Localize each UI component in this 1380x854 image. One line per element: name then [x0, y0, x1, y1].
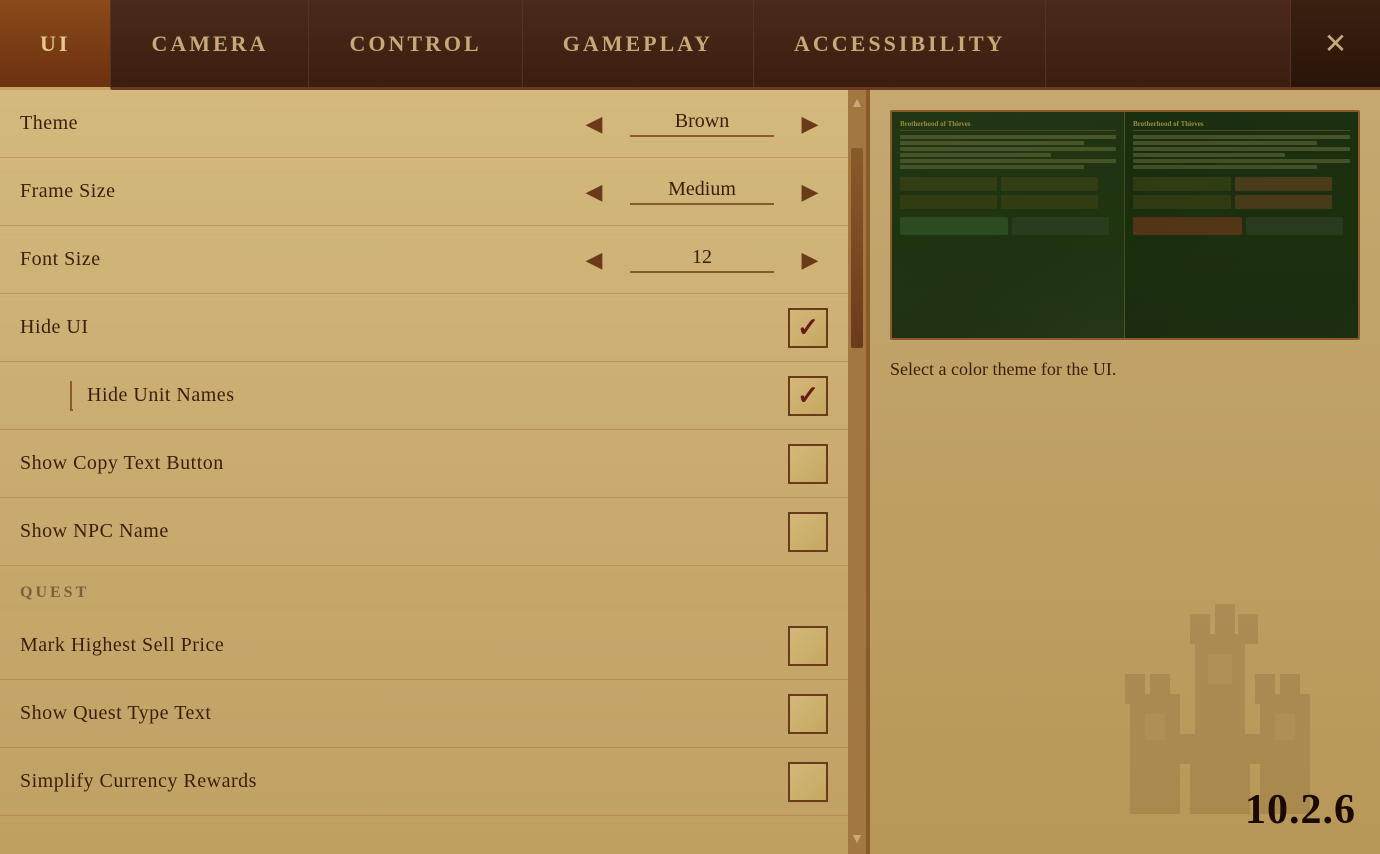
tab-accessibility[interactable]: ACCESSIBILITY [754, 0, 1046, 87]
tab-camera[interactable]: CAMERA [111, 0, 309, 87]
frame-size-label: Frame Size [20, 180, 576, 203]
theme-underline [630, 135, 774, 137]
show-npc-name-checkbox[interactable] [788, 512, 828, 552]
scroll-down-btn[interactable]: ▼ [848, 826, 866, 854]
main-content: Theme ◀ Brown ▶ Frame Size ◀ [0, 90, 1380, 854]
version-badge: 10.2.6 [1245, 786, 1356, 834]
font-size-next-button[interactable]: ▶ [792, 242, 828, 278]
tab-gameplay[interactable]: GAMEPLAY [523, 0, 754, 87]
settings-panel: Theme ◀ Brown ▶ Frame Size ◀ [0, 90, 870, 854]
hide-ui-label: Hide UI [20, 316, 788, 339]
scroll-area[interactable]: Theme ◀ Brown ▶ Frame Size ◀ [0, 90, 866, 854]
theme-prev-button[interactable]: ◀ [576, 106, 612, 142]
castle-watermark [1080, 564, 1360, 814]
font-size-underline [630, 271, 774, 273]
hide-unit-names-label: Hide Unit Names [87, 384, 788, 407]
show-quest-type-checkbox[interactable] [788, 694, 828, 734]
tab-bar: UI CAMERA CONTROL GAMEPLAY ACCESSIBILITY… [0, 0, 1380, 90]
hide-ui-checkbox[interactable] [788, 308, 828, 348]
theme-value: Brown [612, 110, 792, 137]
font-size-prev-button[interactable]: ◀ [576, 242, 612, 278]
simplify-currency-label: Simplify Currency Rewards [20, 770, 788, 793]
show-npc-name-row: Show NPC Name [0, 498, 848, 566]
preview-description: Select a color theme for the UI. [890, 356, 1360, 383]
theme-next-button[interactable]: ▶ [792, 106, 828, 142]
preview-panel: Brotherhood of Thieves [870, 90, 1380, 854]
indent-line [70, 381, 73, 411]
show-copy-text-label: Show Copy Text Button [20, 452, 788, 475]
frame-size-underline [630, 203, 774, 205]
tab-control[interactable]: CONTROL [309, 0, 522, 87]
font-size-label: Font Size [20, 248, 576, 271]
settings-content: Theme ◀ Brown ▶ Frame Size ◀ [0, 90, 866, 816]
mark-highest-sell-checkbox[interactable] [788, 626, 828, 666]
hide-unit-names-row: Hide Unit Names [0, 362, 848, 430]
preview-image: Brotherhood of Thieves [890, 110, 1360, 340]
mark-highest-sell-row: Mark Highest Sell Price [0, 612, 848, 680]
tab-ui[interactable]: UI [0, 0, 111, 90]
frame-size-next-button[interactable]: ▶ [792, 174, 828, 210]
show-copy-text-checkbox[interactable] [788, 444, 828, 484]
show-quest-type-label: Show Quest Type Text [20, 702, 788, 725]
theme-control: ◀ Brown ▶ [576, 106, 828, 142]
quest-section-title: QUEST [20, 584, 89, 601]
simplify-currency-checkbox[interactable] [788, 762, 828, 802]
font-size-control: ◀ 12 ▶ [576, 242, 828, 278]
theme-label: Theme [20, 112, 576, 135]
show-copy-text-row: Show Copy Text Button [0, 430, 848, 498]
quest-section-header: QUEST [0, 566, 848, 612]
frame-size-value: Medium [612, 178, 792, 205]
mark-highest-sell-label: Mark Highest Sell Price [20, 634, 788, 657]
show-quest-type-row: Show Quest Type Text [0, 680, 848, 748]
frame-size-row: Frame Size ◀ Medium ▶ [0, 158, 848, 226]
theme-row: Theme ◀ Brown ▶ [0, 90, 848, 158]
frame-size-prev-button[interactable]: ◀ [576, 174, 612, 210]
frame-size-control: ◀ Medium ▶ [576, 174, 828, 210]
hide-ui-row: Hide UI [0, 294, 848, 362]
font-size-row: Font Size ◀ 12 ▶ [0, 226, 848, 294]
show-npc-name-label: Show NPC Name [20, 520, 788, 543]
font-size-value: 12 [612, 246, 792, 273]
hide-unit-names-checkbox[interactable] [788, 376, 828, 416]
preview-bg [892, 112, 1358, 338]
close-button[interactable]: ✕ [1290, 0, 1380, 87]
simplify-currency-row: Simplify Currency Rewards [0, 748, 848, 816]
